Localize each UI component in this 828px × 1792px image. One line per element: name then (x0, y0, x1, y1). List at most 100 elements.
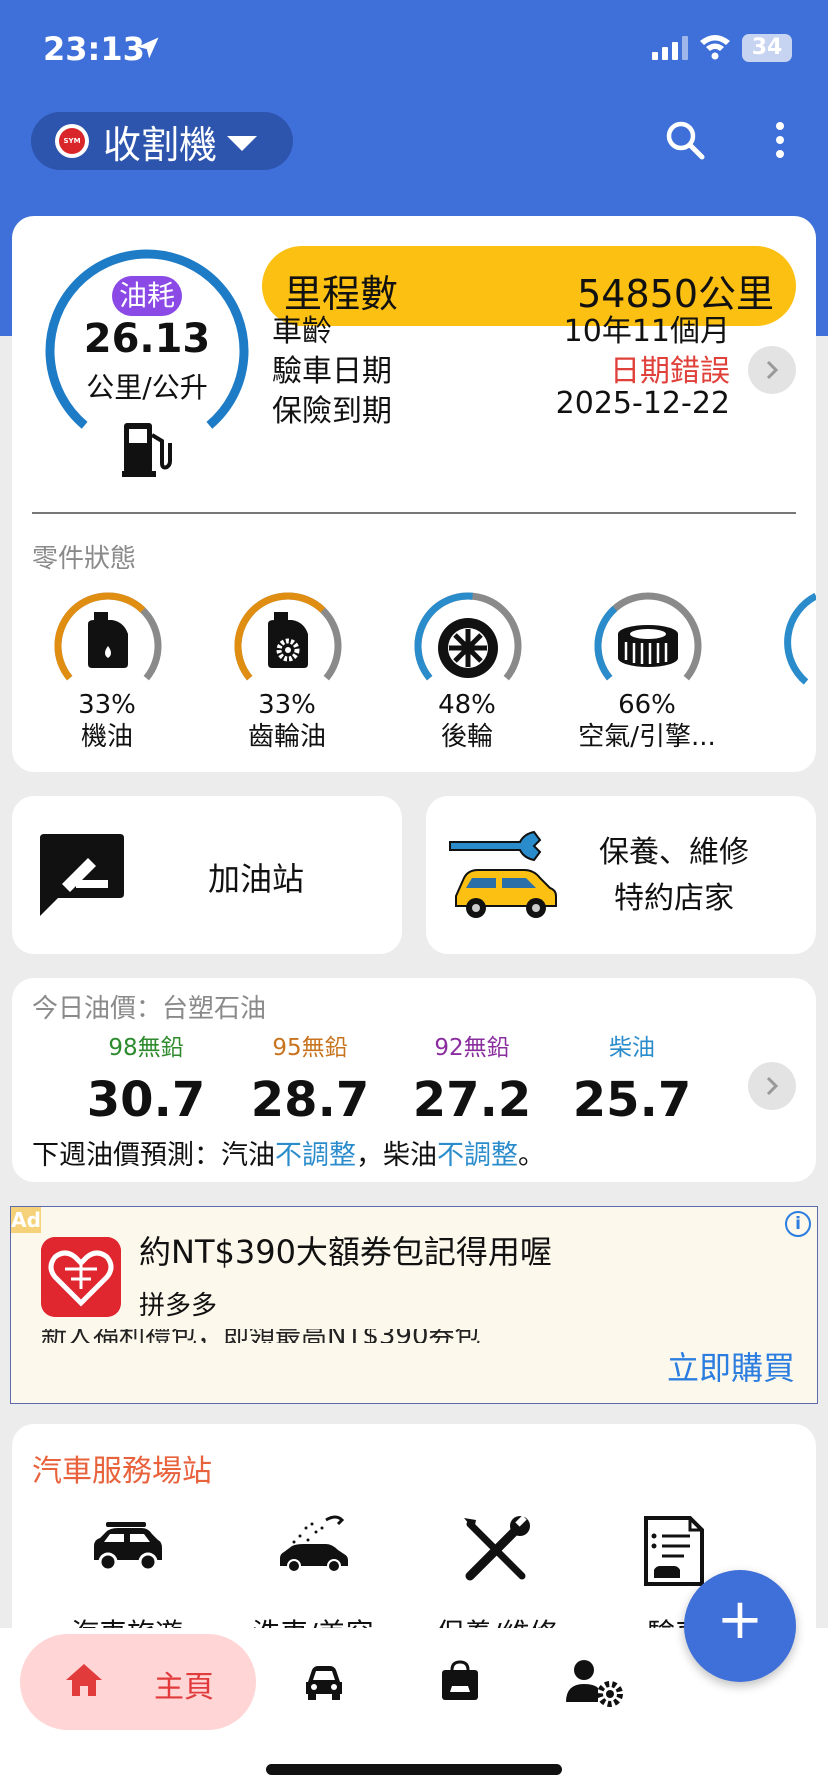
search-icon[interactable] (663, 118, 707, 162)
info-value: 日期錯誤 (610, 354, 730, 389)
car-travel-icon (94, 1522, 162, 1572)
status-time: 23:13 (43, 30, 145, 68)
ad-brand: 拼多多 (139, 1291, 218, 1321)
service-car-wash[interactable]: 洗車/美容 (228, 1514, 398, 1650)
cellular-signal-icon (652, 36, 688, 60)
parts-status-title: 零件狀態 (32, 544, 137, 574)
tire-icon (438, 618, 498, 678)
vehicle-selector[interactable]: SYM 收割機 (31, 112, 293, 170)
vehicle-summary-card: 油耗 26.13 公里/公升 里程數 54850公里 車齡 10年11個月 驗車… (12, 216, 816, 772)
part-name: 後輪 (440, 722, 493, 752)
oil-grade-name: 92無鉛 (434, 1035, 510, 1061)
part-gauge (414, 592, 522, 681)
user-settings-icon[interactable] (564, 1658, 626, 1708)
oil-price-card[interactable]: 今日油價：台塑石油 98無鉛 30.7 95無鉛 28.7 92無鉛 27.2 … (12, 978, 816, 1182)
oil-grade-95: 95無鉛 28.7 (230, 1028, 390, 1128)
service-shops-line1: 保養、維修 (599, 835, 749, 870)
part-engine-oil[interactable]: 33% 機油 (32, 590, 182, 752)
nav-tab-home[interactable]: 主頁 (20, 1634, 256, 1730)
part-gauge-partial (784, 592, 816, 685)
service-car-travel[interactable]: 汽車旅遊 (42, 1514, 212, 1650)
oil-grade-price: 30.7 (86, 1072, 206, 1128)
fuel-consumption-value: 26.13 (83, 316, 211, 362)
part-gear-oil[interactable]: 33% 齒輪油 (212, 590, 362, 752)
ad-cta-button[interactable]: 立即購買 (667, 1343, 795, 1389)
part-name: 齒輪油 (247, 722, 326, 752)
dropdown-caret-icon (227, 135, 258, 151)
part-air-filter[interactable]: 66% 空氣/引擎... (572, 590, 722, 752)
info-row-insurance-expiry: 保險到期 2025-12-22 (272, 386, 730, 429)
inspection-icon (644, 1516, 704, 1586)
fuel-pump-icon (122, 423, 172, 477)
service-shops-label: 保養、維修 特約店家 (574, 830, 774, 922)
oil-grade-92: 92無鉛 27.2 (392, 1028, 552, 1128)
part-gauge (54, 592, 162, 681)
oil-bottle-icon (88, 612, 128, 668)
info-value: 2025-12-22 (555, 386, 730, 421)
nav-home-label: 主頁 (154, 1670, 214, 1705)
add-icon: + (716, 1587, 764, 1652)
chevron-right-icon (766, 1076, 779, 1096)
info-row-inspection-date: 驗車日期 日期錯誤 (272, 346, 730, 389)
service-maintenance[interactable]: 保養/維修 (412, 1514, 582, 1650)
part-name: 空氣/引擎... (578, 722, 716, 752)
status-bar: 23:13 34 (0, 0, 828, 100)
ad-banner[interactable]: Ad i 約NT$390大額券包記得用喔 拼多多 新人福利禮包，即領最高NT$3… (10, 1206, 818, 1404)
shopping-bag-icon[interactable] (440, 1660, 480, 1702)
oil-price-forecast: 下週油價預測：汽油不調整，柴油不調整。 (32, 1133, 545, 1172)
fuel-consumption-unit: 公里/公升 (86, 371, 208, 404)
oil-grade-name: 柴油 (609, 1035, 655, 1061)
info-key: 車齡 (272, 314, 332, 349)
oil-grade-name: 95無鉛 (272, 1035, 348, 1061)
ad-tag: Ad (11, 1207, 41, 1233)
vehicle-name: 收割機 (103, 122, 218, 167)
info-key: 驗車日期 (272, 354, 392, 389)
info-value: 10年11個月 (563, 314, 730, 349)
pinduoduo-logo (41, 1237, 121, 1317)
more-options-icon[interactable] (770, 118, 790, 162)
oil-price-title: 今日油價：台塑石油 (32, 994, 267, 1024)
car-services-title: 汽車服務場站 (32, 1454, 212, 1489)
gas-station-label: 加油站 (208, 860, 305, 898)
ad-clipped-text: 新人福利禮包，即領最高NT$390券包 (41, 1329, 561, 1343)
location-arrow-icon (137, 37, 159, 59)
gas-station-card[interactable]: 加油站 (12, 796, 402, 954)
fuel-consumption-chip: 油耗 (112, 276, 182, 316)
forecast-text: 下週油價預測：汽油 (32, 1140, 275, 1171)
oil-grade-price: 25.7 (572, 1072, 692, 1128)
part-rear-tire[interactable]: 48% 後輪 (392, 590, 542, 752)
forecast-text: 。 (518, 1140, 545, 1171)
home-icon (66, 1664, 102, 1696)
part-name: 機油 (80, 722, 133, 752)
chevron-right-icon (766, 360, 779, 380)
wrench-icon (464, 1515, 530, 1581)
air-filter-icon (618, 625, 678, 667)
car-repair-icon (449, 830, 557, 918)
divider (32, 512, 796, 514)
part-gauge (594, 592, 702, 681)
ad-title: 約NT$390大額券包記得用喔 (139, 1233, 552, 1271)
car-wash-icon (280, 1515, 348, 1573)
gear-oil-icon (268, 612, 308, 668)
vehicle-details-button[interactable] (748, 346, 796, 394)
gas-forecast-status: 不調整 (275, 1140, 356, 1171)
oil-price-details-button[interactable] (748, 1062, 796, 1110)
info-key: 保險到期 (272, 394, 392, 429)
forecast-text: ，柴油 (356, 1140, 437, 1171)
brand-logo: SYM (55, 124, 89, 158)
oil-grade-diesel: 柴油 25.7 (552, 1028, 712, 1128)
oil-grade-98: 98無鉛 30.7 (66, 1028, 226, 1128)
car-icon[interactable] (304, 1664, 344, 1700)
info-icon[interactable]: i (785, 1211, 811, 1237)
diesel-forecast-status: 不調整 (437, 1140, 518, 1171)
service-shops-line2: 特約店家 (614, 881, 734, 916)
add-fab-button[interactable]: + (684, 1570, 796, 1682)
oil-grade-name: 98無鉛 (108, 1035, 184, 1061)
oil-grade-price: 27.2 (412, 1072, 532, 1128)
service-shops-card[interactable]: 保養、維修 特約店家 (426, 796, 816, 954)
info-row-vehicle-age: 車齡 10年11個月 (272, 306, 730, 349)
oil-grade-price: 28.7 (250, 1072, 370, 1128)
edit-note-icon (40, 834, 124, 916)
battery-icon: 34 (742, 34, 792, 62)
wifi-icon (700, 35, 730, 60)
